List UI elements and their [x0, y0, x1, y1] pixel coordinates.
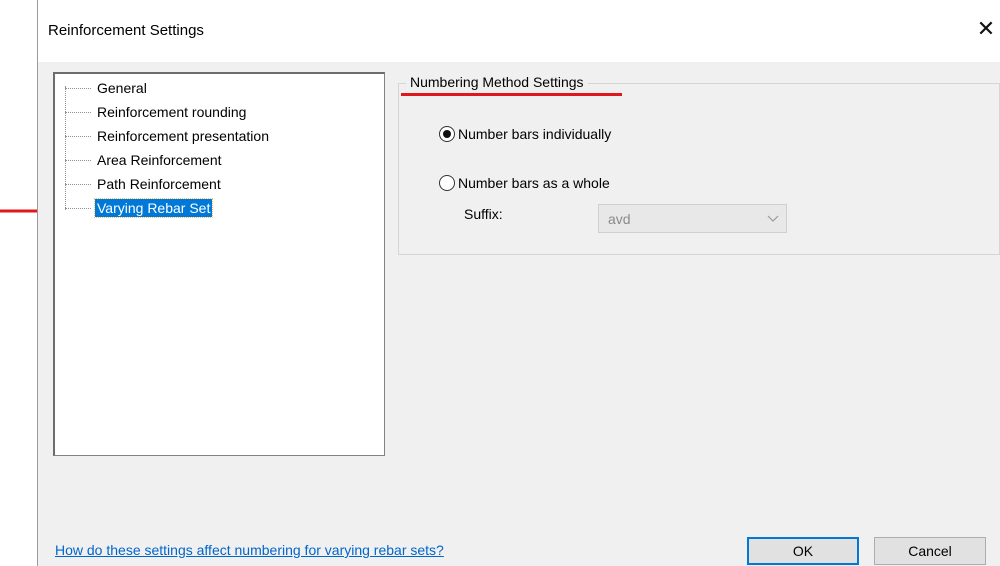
close-button[interactable]: ✕: [971, 12, 1000, 46]
cancel-button[interactable]: Cancel: [874, 537, 986, 565]
radio-button-unchecked[interactable]: [439, 175, 455, 191]
suffix-label: Suffix:: [464, 206, 503, 222]
suffix-dropdown: avd: [598, 204, 787, 233]
help-link[interactable]: How do these settings affect numbering f…: [55, 542, 444, 558]
tree-branch: [65, 87, 91, 89]
radio-label-whole: Number bars as a whole: [458, 175, 610, 191]
tree-item-label: Area Reinforcement: [97, 152, 222, 168]
tree-item-label: Reinforcement rounding: [97, 104, 247, 120]
tree-branch: [65, 135, 91, 137]
radio-number-as-whole[interactable]: Number bars as a whole: [439, 175, 610, 191]
numbering-method-group-title: Numbering Method Settings: [406, 74, 588, 90]
tree-branch: [65, 207, 91, 209]
tree-item-label: Varying Rebar Set: [93, 198, 214, 218]
tree-item-reinforcement-rounding[interactable]: Reinforcement rounding: [65, 102, 248, 122]
tree-item-area-reinforcement[interactable]: Area Reinforcement: [65, 150, 224, 170]
ok-button[interactable]: OK: [747, 537, 859, 565]
title-bar: Reinforcement Settings ✕: [38, 0, 1000, 62]
tree-branch: [65, 183, 91, 185]
radio-label-individually: Number bars individually: [458, 126, 612, 142]
close-icon: ✕: [976, 16, 996, 41]
settings-tree[interactable]: General Reinforcement rounding Reinforce…: [53, 72, 385, 456]
tree-item-label: Path Reinforcement: [97, 176, 221, 192]
tree-item-reinforcement-presentation[interactable]: Reinforcement presentation: [65, 126, 271, 146]
tree-branch: [65, 111, 91, 113]
tree-item-path-reinforcement[interactable]: Path Reinforcement: [65, 174, 223, 194]
suffix-value: avd: [608, 210, 631, 227]
radio-number-individually[interactable]: Number bars individually: [439, 126, 611, 142]
reinforcement-settings-dialog: Reinforcement Settings ✕ General Reinfor…: [37, 0, 1000, 566]
tree-branch: [65, 159, 91, 161]
tree-item-label: Reinforcement presentation: [97, 128, 269, 144]
tree-item-varying-rebar-set[interactable]: Varying Rebar Set: [65, 198, 214, 218]
tree-item-general[interactable]: General: [65, 78, 149, 98]
chevron-down-icon: [760, 215, 786, 223]
radio-button-checked[interactable]: [439, 126, 455, 142]
dialog-title: Reinforcement Settings: [48, 22, 204, 39]
tree-item-label: General: [97, 80, 147, 96]
annotation-underline: [401, 93, 622, 96]
